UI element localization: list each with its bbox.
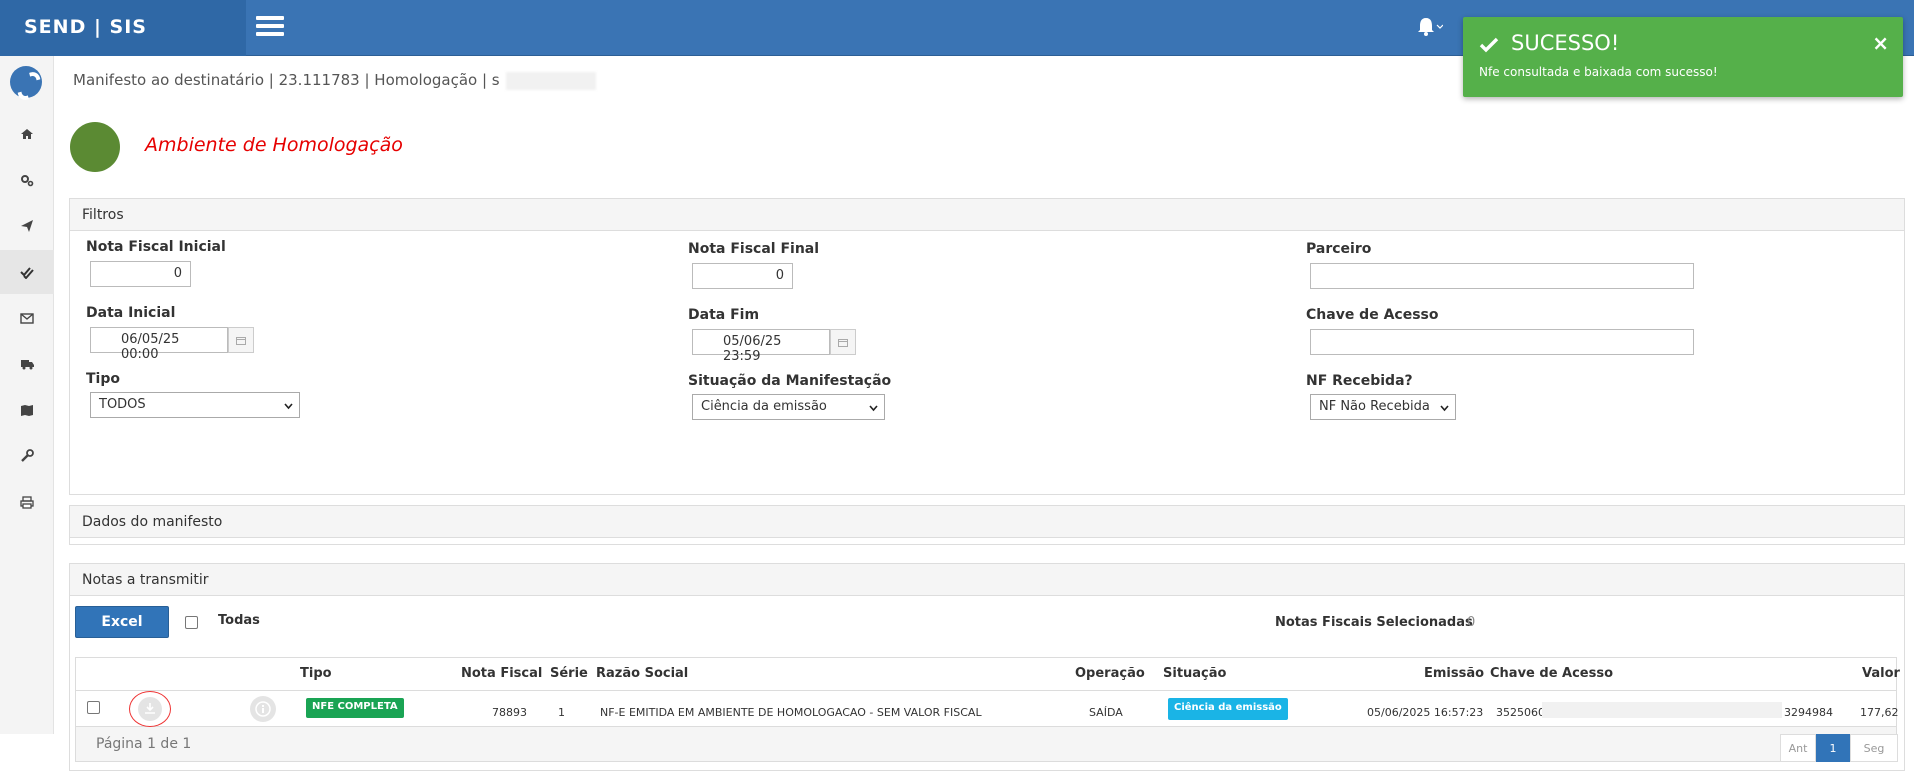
menu-toggle-icon[interactable] [256,16,284,36]
situacao-label: Situação da Manifestação [688,373,892,389]
environment-indicator [70,122,120,172]
selecionadas-label: Notas Fiscais Selecionadas [1275,615,1473,630]
todas-label: Todas [218,613,260,628]
cell-chave-start: 3525060 [1496,706,1545,719]
success-toast: SUCESSO! Nfe consultada e baixada com su… [1463,17,1903,97]
redacted-text [505,71,596,90]
main-content: Manifesto ao destinatário | 23.111783 | … [55,56,1914,771]
col-chave[interactable]: Chave de Acesso [1490,666,1613,681]
data-fim-input[interactable]: 05/06/25 23:59 [692,329,830,364]
filtros-title: Filtros [70,199,1904,231]
nf-final-input[interactable]: 0 [692,263,793,289]
pagination-prev[interactable]: Ant [1780,734,1816,762]
data-fim-label: Data Fim [688,307,760,323]
send-icon[interactable] [0,204,54,248]
nf-inicial-label: Nota Fiscal Inicial [86,239,226,255]
wrench-icon[interactable] [0,434,54,478]
nf-inicial-input[interactable]: 0 [90,261,191,287]
col-emissao[interactable]: Emissão [1424,666,1484,681]
cell-razao-social: NF-E EMITIDA EM AMBIENTE DE HOMOLOGACAO … [600,706,982,719]
selecionadas-count: 0 [1467,615,1476,630]
dados-panel: Dados do manifesto [69,505,1905,545]
tipo-select-value: TODOS [99,397,146,412]
tipo-select[interactable]: TODOS [90,392,300,418]
chave-label: Chave de Acesso [1306,307,1439,323]
col-situacao[interactable]: Situação [1163,666,1226,681]
nf-recebida-select-value: NF Não Recebida [1319,399,1430,414]
situacao-select[interactable]: Ciência da emissão [692,394,885,420]
envelope-icon[interactable] [0,296,54,340]
chevron-down-icon [284,403,293,410]
breadcrumb-text: Manifesto ao destinatário | 23.111783 | … [73,71,500,89]
cell-valor: 177,62 [1860,706,1899,719]
truck-icon[interactable] [0,342,54,386]
excel-button[interactable]: Excel [75,606,169,638]
redacted-chave [1542,702,1782,718]
home-icon[interactable] [0,112,54,156]
cell-emissao: 05/06/2025 16:57:23 [1367,706,1484,719]
map-icon[interactable] [0,388,54,432]
info-icon[interactable] [250,696,276,722]
col-serie[interactable]: Série [550,666,588,681]
app-logo-icon[interactable] [10,66,42,98]
notas-table: Tipo Nota Fiscal Série Razão Social Oper… [75,657,1900,727]
download-icon[interactable] [138,697,162,721]
tipo-badge: NFE COMPLETA [306,698,404,718]
sidebar [0,56,54,734]
situacao-select-value: Ciência da emissão [701,399,827,414]
pagina-label: Página 1 de 1 [96,736,192,752]
nf-recebida-label: NF Recebida? [1306,373,1413,389]
toast-title: SUCESSO! [1511,31,1620,55]
chave-input[interactable] [1310,329,1694,355]
parceiro-input[interactable] [1310,263,1694,289]
check-icon [1479,37,1499,53]
tipo-label: Tipo [86,371,120,387]
data-inicial-label: Data Inicial [86,305,176,321]
col-razao-social[interactable]: Razão Social [596,666,688,681]
close-icon[interactable]: × [1872,31,1889,55]
table-divider [76,690,1896,691]
filtros-panel: Filtros Nota Fiscal Inicial 0 Nota Fisca… [69,198,1905,495]
nf-final-label: Nota Fiscal Final [688,241,820,257]
table-footer: Página 1 de 1 Ant 1 Seg [75,727,1898,762]
data-inicial-input[interactable]: 06/05/25 00:00 [90,327,228,362]
cell-serie: 1 [558,706,565,719]
cogs-icon[interactable] [0,158,54,202]
cell-nota-fiscal: 78893 [492,706,527,719]
calendar-icon[interactable] [830,329,856,355]
nf-recebida-select[interactable]: NF Não Recebida [1310,394,1456,420]
print-icon[interactable] [0,480,54,524]
dados-title: Dados do manifesto [70,506,1904,538]
todas-checkbox[interactable] [185,616,198,629]
parceiro-label: Parceiro [1306,241,1372,257]
col-nota-fiscal[interactable]: Nota Fiscal [461,666,542,681]
notas-panel: Notas a transmitir Excel Todas Notas Fis… [69,563,1905,771]
col-operacao[interactable]: Operação [1075,666,1145,681]
situacao-badge: Ciência da emissão [1168,698,1288,720]
double-check-icon[interactable] [0,250,54,294]
chevron-down-icon [869,405,878,412]
col-valor[interactable]: Valor [1862,666,1900,681]
cell-operacao: SAÍDA [1089,706,1123,719]
breadcrumb: Manifesto ao destinatário | 23.111783 | … [73,71,596,90]
brand-logo[interactable]: SEND | SIS [0,0,246,56]
calendar-icon[interactable] [228,327,254,353]
chevron-down-icon [1440,405,1449,412]
row-checkbox[interactable] [87,701,100,714]
notas-title: Notas a transmitir [70,564,1904,596]
environment-title: Ambiente de Homologação [145,134,403,156]
notification-bell-icon[interactable] [1415,16,1444,40]
pagination-next[interactable]: Seg [1850,734,1898,762]
cell-chave-end: 3294984 [1784,706,1833,719]
pagination-current[interactable]: 1 [1816,734,1850,762]
col-tipo[interactable]: Tipo [300,666,332,681]
toast-message: Nfe consultada e baixada com sucesso! [1479,65,1718,79]
